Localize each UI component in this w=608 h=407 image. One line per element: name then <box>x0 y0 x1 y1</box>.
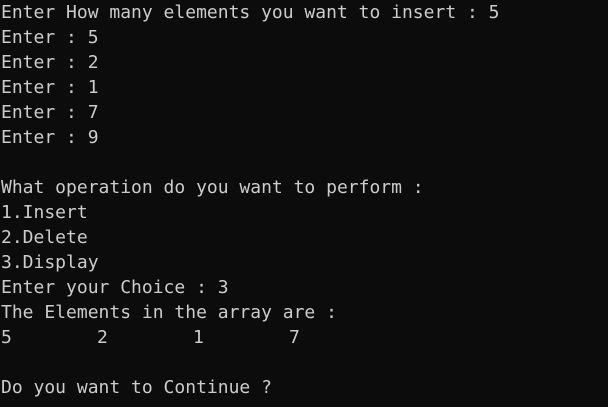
menu-option-insert: 1.Insert <box>1 202 88 223</box>
menu-option-delete: 2.Delete <box>1 227 88 248</box>
entry-line: Enter : 1 <box>1 77 99 98</box>
entry-line: Enter : 9 <box>1 127 99 148</box>
entry-line: Enter : 5 <box>1 27 99 48</box>
console-output: Enter How many elements you want to inse… <box>1 0 500 400</box>
console-window[interactable]: Enter How many elements you want to inse… <box>0 0 608 407</box>
array-value: 5 <box>1 327 12 348</box>
array-value: 7 <box>289 327 300 348</box>
array-value: 1 <box>193 327 204 348</box>
entry-line: Enter : 2 <box>1 52 99 73</box>
count-prompt-line: Enter How many elements you want to inse… <box>1 2 500 23</box>
menu-question-line: What operation do you want to perform : <box>1 177 424 198</box>
result-heading-line: The Elements in the array are : <box>1 302 337 323</box>
continue-prompt-line: Do you want to Continue ? <box>1 377 272 398</box>
menu-option-display: 3.Display <box>1 252 99 273</box>
entry-line: Enter : 7 <box>1 102 99 123</box>
array-values-row: 5 2 1 7 <box>1 325 500 350</box>
choice-prompt-line: Enter your Choice : 3 <box>1 277 229 298</box>
array-value: 2 <box>97 327 108 348</box>
